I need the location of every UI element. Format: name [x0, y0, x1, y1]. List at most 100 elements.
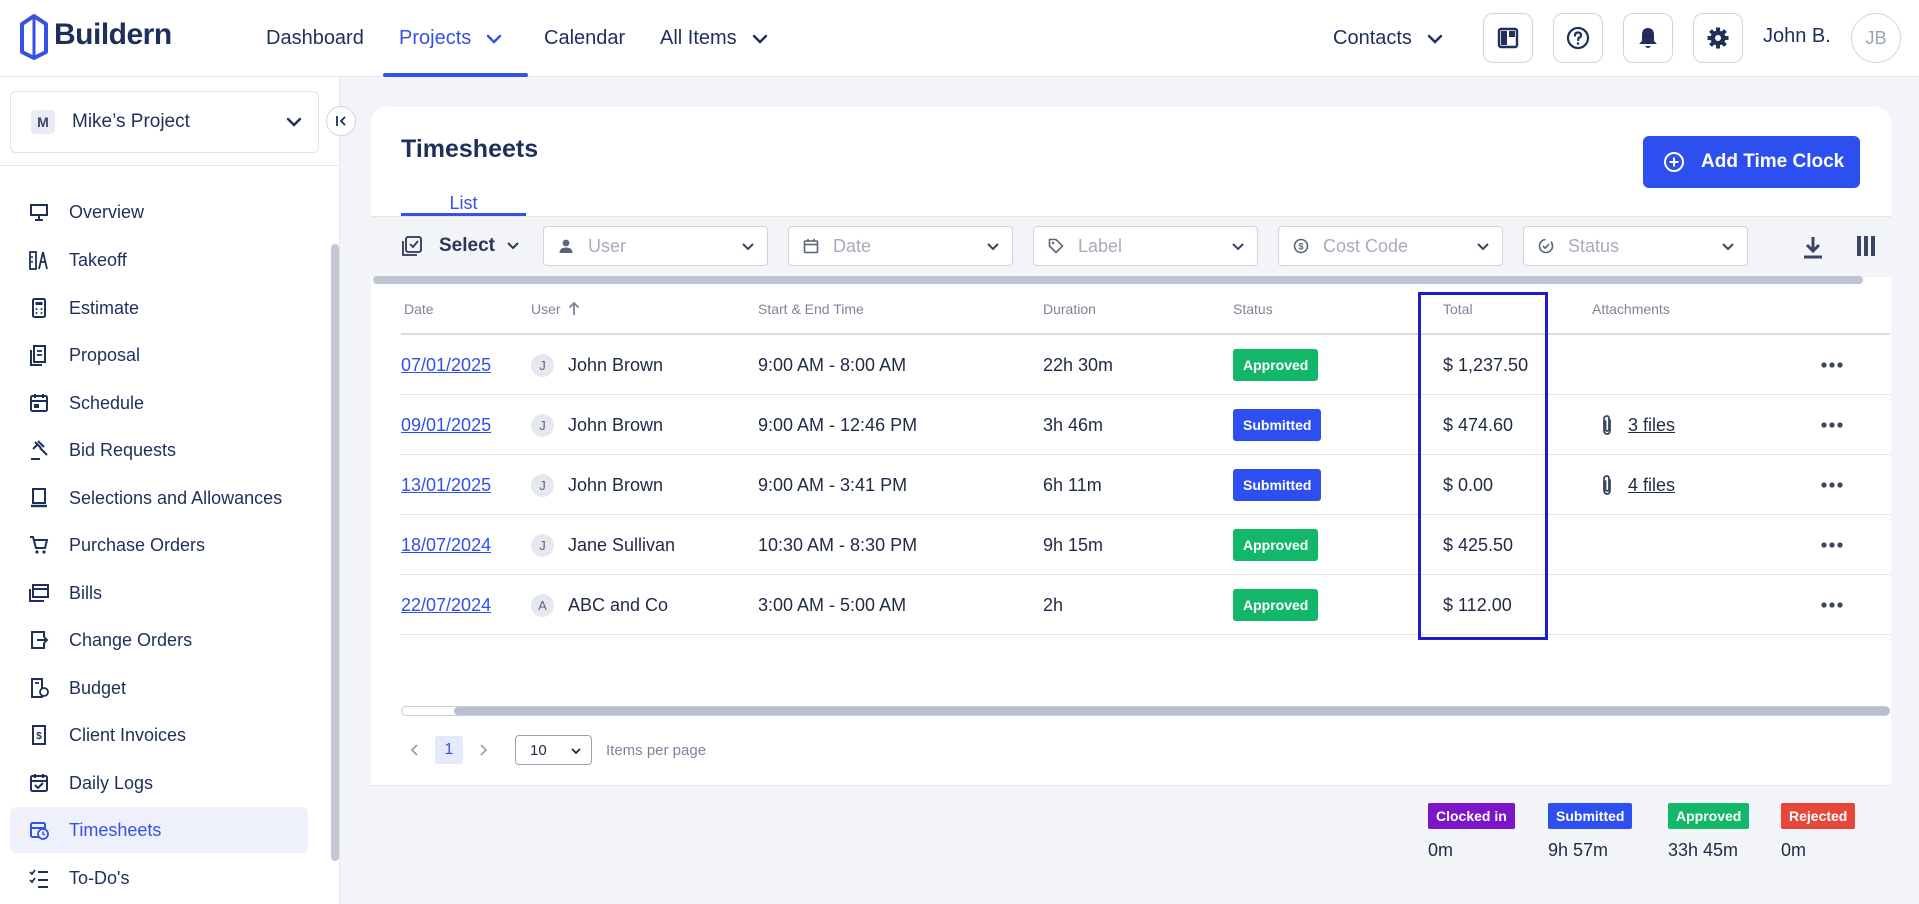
- cost-code-filter[interactable]: $ Cost Code: [1278, 226, 1503, 266]
- svg-text:$: $: [1298, 242, 1303, 252]
- top-horizontal-scrollbar[interactable]: [373, 276, 1863, 284]
- more-horizontal-icon: [1821, 362, 1843, 368]
- user-filter[interactable]: User: [543, 226, 768, 266]
- sidebar-item-purchase-orders[interactable]: Purchase Orders: [10, 522, 308, 568]
- row-date-link[interactable]: 13/01/2025: [401, 475, 491, 496]
- row-actions-button[interactable]: [1821, 335, 1843, 395]
- chevron-down-icon: [507, 242, 519, 250]
- header-user[interactable]: User: [531, 301, 581, 317]
- summary-clocked-in: Clocked in 0m: [1428, 803, 1515, 861]
- chevron-down-icon: [1232, 243, 1244, 251]
- label-filter-placeholder: Label: [1078, 235, 1123, 256]
- chevron-left-icon[interactable]: [407, 742, 423, 758]
- page-number-current[interactable]: 1: [435, 736, 463, 764]
- pagination: 1 10 Items per page: [401, 735, 706, 765]
- sidebar-item-takeoff[interactable]: Takeoff: [10, 237, 308, 283]
- sidebar-item-client-invoices[interactable]: $ Client Invoices: [10, 712, 308, 758]
- status-filter[interactable]: Status: [1523, 226, 1748, 266]
- dashboard-layout-button[interactable]: [1483, 13, 1533, 63]
- row-date-link[interactable]: 07/01/2025: [401, 355, 491, 376]
- bottom-horizontal-scrollbar[interactable]: [401, 706, 1890, 716]
- calendar-icon: [30, 394, 48, 412]
- sidebar-item-schedule[interactable]: Schedule: [10, 380, 308, 426]
- row-actions-button[interactable]: [1821, 455, 1843, 515]
- timesheet-icon: [30, 822, 49, 840]
- sidebar-item-daily-logs[interactable]: Daily Logs: [10, 760, 308, 806]
- sidebar-item-bills[interactable]: Bills: [10, 570, 308, 616]
- sidebar-item-selections[interactable]: Selections and Allowances: [10, 475, 308, 521]
- columns-button[interactable]: [1855, 234, 1877, 263]
- approved-value: 33h 45m: [1668, 840, 1739, 860]
- user-avatar: J: [531, 413, 554, 437]
- sidebar-item-overview[interactable]: Overview: [10, 189, 308, 235]
- logo-text: Buildern: [54, 18, 172, 51]
- row-user: John Brown: [568, 414, 664, 435]
- row-duration: 2h: [1043, 594, 1064, 615]
- chevron-down-icon: [752, 34, 767, 44]
- user-avatar[interactable]: JB: [1851, 13, 1901, 63]
- collapse-sidebar-button[interactable]: [326, 106, 356, 136]
- attachments-link[interactable]: 4 files: [1628, 475, 1675, 496]
- nav-all-items[interactable]: All Items: [660, 0, 769, 77]
- row-total: $ 425.50: [1443, 534, 1514, 555]
- row-time: 10:30 AM - 8:30 PM: [758, 534, 918, 555]
- header-date[interactable]: Date: [404, 301, 434, 317]
- status-badge: Approved: [1233, 589, 1319, 621]
- date-filter[interactable]: Date: [788, 226, 1013, 266]
- nav-calendar-label: Calendar: [544, 27, 626, 49]
- filter-bar: Select User Date Label $ Cost Code Statu…: [371, 216, 1891, 277]
- sidebar-item-timesheets[interactable]: Timesheets: [10, 807, 308, 853]
- scrollbar-thumb[interactable]: [454, 707, 1890, 715]
- settings-button[interactable]: [1693, 13, 1743, 63]
- submitted-value: 9h 57m: [1548, 840, 1609, 860]
- user-name[interactable]: John B.: [1763, 25, 1831, 48]
- row-date-link[interactable]: 09/01/2025: [401, 415, 491, 436]
- help-button[interactable]: [1553, 13, 1603, 63]
- sidebar-item-todos[interactable]: To-Do's: [10, 855, 308, 901]
- more-horizontal-icon: [1821, 422, 1843, 428]
- row-date-link[interactable]: 22/07/2024: [401, 595, 491, 616]
- nav-dashboard[interactable]: Dashboard: [266, 0, 364, 77]
- row-actions-button[interactable]: [1821, 575, 1843, 635]
- label-filter[interactable]: Label: [1033, 226, 1258, 266]
- user-avatar: J: [531, 473, 554, 497]
- project-selector[interactable]: M Mike’s Project: [10, 91, 319, 153]
- rejected-value: 0m: [1781, 840, 1807, 860]
- header-duration[interactable]: Duration: [1043, 301, 1096, 317]
- row-actions-button[interactable]: [1821, 395, 1843, 455]
- select-dropdown[interactable]: Select: [401, 235, 521, 257]
- nav-projects[interactable]: Projects: [399, 0, 503, 77]
- row-user: John Brown: [568, 474, 664, 495]
- more-horizontal-icon: [1821, 602, 1843, 608]
- chevron-right-icon[interactable]: [475, 742, 491, 758]
- header-start-end-time[interactable]: Start & End Time: [758, 301, 864, 317]
- nav-calendar[interactable]: Calendar: [544, 0, 625, 77]
- table-row: 07/01/2025 J John Brown 9:00 AM - 8:00 AM…: [401, 335, 1890, 395]
- nav-contacts[interactable]: Contacts: [1333, 0, 1444, 77]
- add-time-clock-button[interactable]: Add Time Clock: [1643, 136, 1860, 188]
- sidebar: M Mike’s Project Overview Takeoff Estima…: [0, 77, 340, 904]
- row-actions-button[interactable]: [1821, 515, 1843, 575]
- download-button[interactable]: [1801, 234, 1825, 265]
- table-row: 18/07/2024 J Jane Sullivan 10:30 AM - 8:3…: [401, 515, 1890, 575]
- summary-submitted: Submitted 9h 57m: [1548, 803, 1633, 861]
- items-per-page-select[interactable]: 10: [515, 735, 592, 765]
- row-total: $ 112.00: [1443, 594, 1512, 615]
- sidebar-item-estimate[interactable]: Estimate: [10, 285, 308, 331]
- project-name: Mike’s Project: [72, 111, 190, 132]
- status-badge: Approved: [1233, 529, 1319, 561]
- row-date-link[interactable]: 18/07/2024: [401, 535, 491, 556]
- sidebar-item-budget[interactable]: Budget: [10, 665, 308, 711]
- notifications-button[interactable]: [1623, 13, 1673, 63]
- sidebar-scrollbar[interactable]: [331, 244, 339, 861]
- header-total[interactable]: Total: [1443, 301, 1473, 317]
- buildern-logo[interactable]: Buildern: [18, 10, 172, 60]
- sidebar-item-proposal[interactable]: Proposal: [10, 332, 308, 378]
- sidebar-item-bid-requests[interactable]: Bid Requests: [10, 427, 308, 473]
- header-status[interactable]: Status: [1233, 301, 1273, 317]
- attachments-link[interactable]: 3 files: [1628, 415, 1675, 436]
- sidebar-item-change-orders[interactable]: Change Orders: [10, 617, 308, 663]
- header-attachments[interactable]: Attachments: [1592, 301, 1670, 317]
- table-row: 09/01/2025 J John Brown 9:00 AM - 12:46 P…: [401, 395, 1890, 455]
- sidebar-item-label: To-Do's: [69, 867, 130, 888]
